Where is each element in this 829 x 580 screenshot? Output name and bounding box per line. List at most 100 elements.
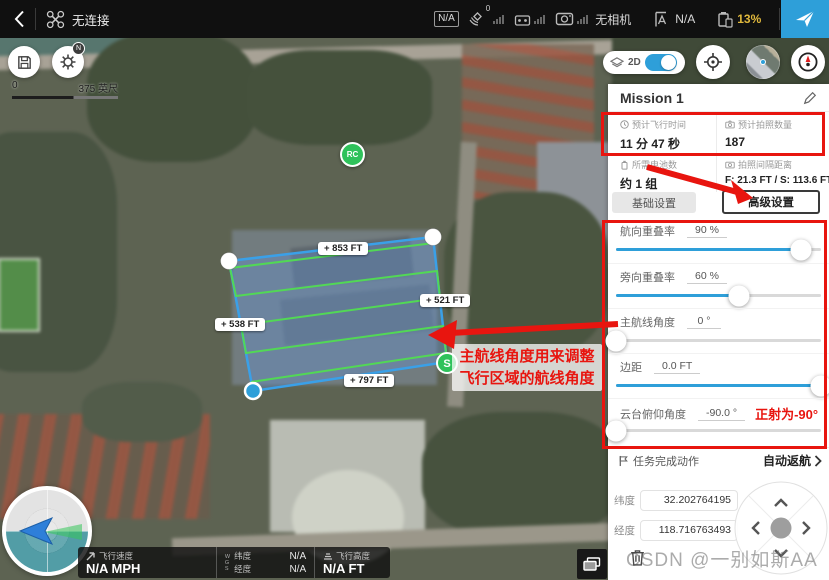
slider-row-margin: 边距0.0 FT xyxy=(608,353,829,398)
lng-row: 经度N/A xyxy=(234,563,306,575)
slider-fill xyxy=(616,294,739,297)
advanced-settings-sliders: 航向重叠率 90 % 旁向重叠率 60 % 主航线角度 0 ° 边距0.0 FT 云台… xyxy=(608,218,829,443)
locate-drone-button[interactable] xyxy=(696,45,730,79)
minimap-button[interactable] xyxy=(746,45,780,79)
slider-thumb[interactable] xyxy=(606,420,627,441)
slider-value-field[interactable]: 0.0 FT xyxy=(654,360,700,374)
chevron-right-icon xyxy=(813,455,823,467)
remote-controller-icon xyxy=(514,12,531,27)
annotation-line-2: 飞行区域的航线角度 xyxy=(459,368,594,390)
finish-action-value: 自动返航 xyxy=(763,452,811,469)
stat-flight-time: 预计飞行时间 11 分 47 秒 xyxy=(608,112,716,152)
save-icon xyxy=(16,54,33,71)
north-badge: N xyxy=(72,42,85,55)
compass-reset-button[interactable] xyxy=(791,45,825,79)
dpad-center-knob[interactable] xyxy=(771,518,792,539)
rc-signal-bars xyxy=(534,15,545,24)
slider-track[interactable] xyxy=(616,384,821,387)
slider-value-field[interactable]: 60 % xyxy=(687,270,727,284)
altitude-value: N/A FT xyxy=(323,562,382,575)
north-label: N xyxy=(76,45,81,52)
slider-value-field[interactable]: 0 ° xyxy=(687,315,721,329)
stat-label: 所需电池数 xyxy=(632,158,677,171)
latitude-field[interactable]: 32.202764195 xyxy=(640,490,738,511)
rc-battery-percent: 13% xyxy=(737,12,761,26)
stat-label: 预计飞行时间 xyxy=(632,118,686,131)
slider-track[interactable] xyxy=(616,248,821,251)
latitude-value: 32.202764195 xyxy=(664,494,731,506)
mission-panel: Mission 1 预计飞行时间 11 分 47 秒 预计拍照数量 187 所需… xyxy=(608,84,829,580)
scale-start-label: 0 xyxy=(12,80,18,95)
camera-signal-bars xyxy=(577,15,588,24)
slider-row-gimbal-pitch: 云台俯仰角度-90.0 °正射为-90° xyxy=(608,398,829,443)
wgs-letters: WGS xyxy=(225,554,230,572)
mission-stats: 预计飞行时间 11 分 47 秒 预计拍照数量 187 所需电池数 约 1 组 … xyxy=(608,112,829,190)
slider-thumb[interactable] xyxy=(811,375,829,396)
mission-title: Mission 1 xyxy=(620,90,684,106)
slider-label: 云台俯仰角度 xyxy=(620,406,686,422)
scale-end-label: 375 英尺 xyxy=(79,80,118,95)
slider-thumb[interactable] xyxy=(729,285,750,306)
save-mission-button[interactable] xyxy=(8,46,40,78)
stat-label: 预计拍照数量 xyxy=(738,118,792,131)
settings-tabs: 基础设置 高级设置 xyxy=(608,190,829,216)
slider-fill xyxy=(616,248,801,251)
slider-label: 主航线角度 xyxy=(620,314,675,330)
status-bar: 无连接 N/A 0 无相机 N/A 13% ••• xyxy=(0,0,829,38)
slider-row-heading-overlap: 航向重叠率 90 % xyxy=(608,218,829,263)
app-screen: S + 853 FT + 521 FT + 538 FT + 797 FT RC… xyxy=(0,0,829,580)
back-button[interactable] xyxy=(14,10,25,28)
slider-label: 航向重叠率 xyxy=(620,223,675,239)
watermark-text: CSDN @一别如斯AA xyxy=(626,545,818,572)
slider-fill xyxy=(616,384,821,387)
slider-value-field[interactable]: -90.0 ° xyxy=(698,407,745,421)
trash-icon[interactable] xyxy=(630,549,645,566)
longitude-field[interactable]: 118.716763493 xyxy=(640,520,738,541)
slider-track[interactable] xyxy=(616,429,821,432)
rc-marker-label: RC xyxy=(347,150,359,159)
rc-battery-icon xyxy=(717,11,733,28)
camera-icon xyxy=(725,120,735,129)
altitude-icon xyxy=(323,551,333,561)
gear-icon xyxy=(59,53,77,71)
map-scale-bar: 0 375 英尺 xyxy=(12,80,118,99)
2d-toggle-switch[interactable] xyxy=(645,54,677,71)
scale-bar-line xyxy=(12,96,118,99)
drone-heading-arrow xyxy=(20,518,52,544)
edit-pencil-icon[interactable] xyxy=(803,91,817,105)
speed-icon xyxy=(86,551,96,561)
stat-label: 拍照间隔距离 xyxy=(738,158,792,171)
telemetry-latlng: WGS 纬度N/A 经度N/A xyxy=(216,547,314,578)
stat-photo-count: 预计拍照数量 187 xyxy=(716,112,829,152)
edge-distance-label-right: + 521 FT xyxy=(420,294,470,307)
telemetry-bar: 飞行速度 N/A MPH WGS 纬度N/A 经度N/A 飞行高度 N/A FT xyxy=(78,547,390,578)
drone-icon xyxy=(46,10,65,29)
slider-value-field[interactable]: 90 % xyxy=(687,224,727,238)
tab-basic-settings[interactable]: 基础设置 xyxy=(612,192,696,213)
layers-icon xyxy=(610,57,624,69)
tab-advanced-settings[interactable]: 高级设置 xyxy=(722,190,820,214)
slider-track[interactable] xyxy=(616,339,821,342)
stat-batteries: 所需电池数 约 1 组 xyxy=(608,152,716,192)
stat-value: F: 21.3 FT / S: 113.6 FT xyxy=(725,175,829,186)
slider-row-route-angle: 主航线角度 0 ° xyxy=(608,308,829,353)
finish-action-row[interactable]: 任务完成动作 自动返航 xyxy=(608,447,829,473)
longitude-label: 经度 xyxy=(614,523,640,538)
annotation-line-1: 主航线角度用来调整 xyxy=(459,346,594,368)
map-camera-switch-button[interactable] xyxy=(577,549,607,579)
camera-status: 无相机 xyxy=(595,11,631,28)
slider-thumb[interactable] xyxy=(606,330,627,351)
airplane-icon xyxy=(794,8,816,30)
minimap-position-dot xyxy=(760,59,766,65)
clock-icon xyxy=(620,120,629,129)
slider-thumb[interactable] xyxy=(790,239,811,260)
satellite-signal-bars xyxy=(493,15,504,24)
takeoff-button[interactable] xyxy=(781,0,829,38)
satellite-icon xyxy=(467,12,484,27)
edge-distance-label-top: + 853 FT xyxy=(318,242,368,255)
rc-home-marker[interactable]: RC xyxy=(340,142,365,167)
battery-icon xyxy=(620,160,629,170)
map-mode-toggle-pill[interactable]: 2D xyxy=(603,51,685,74)
slider-track[interactable] xyxy=(616,294,821,297)
slider-label: 旁向重叠率 xyxy=(620,269,675,285)
